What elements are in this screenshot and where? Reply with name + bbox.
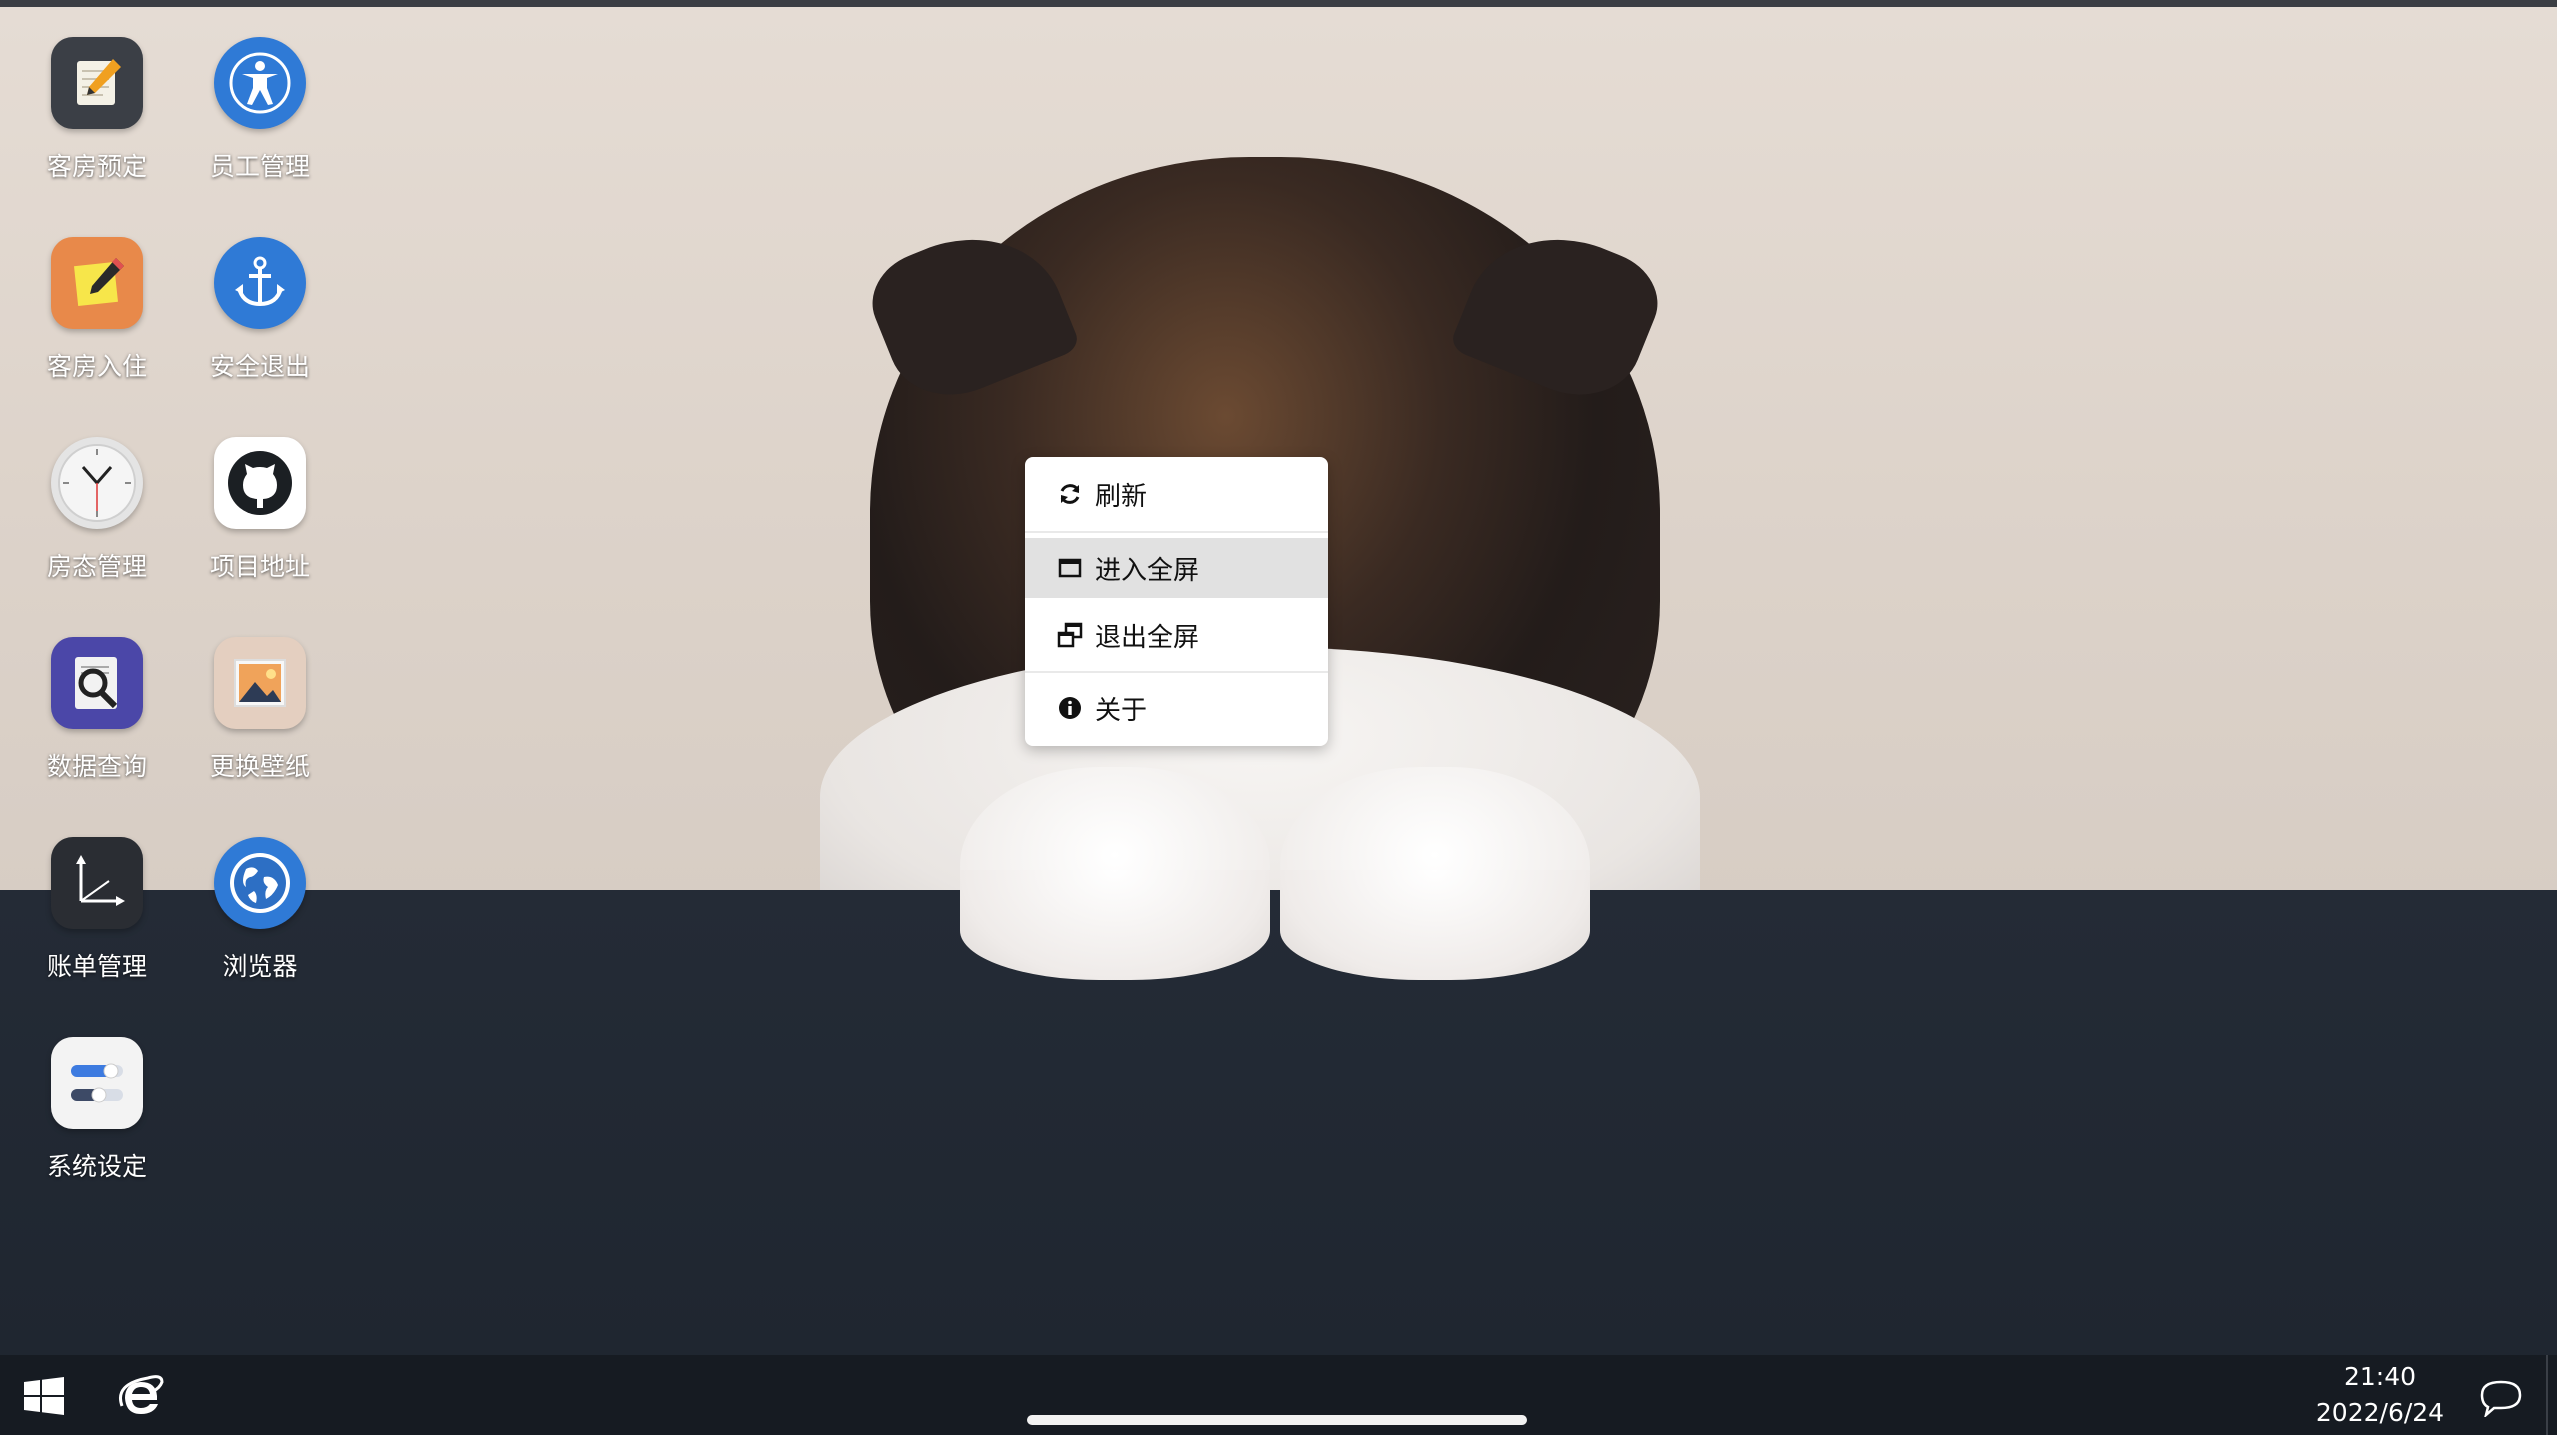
globe-icon: [214, 837, 306, 929]
wallpaper-paw-overhang-right: [1280, 870, 1590, 980]
wallpaper-paw-overhang-left: [960, 870, 1270, 980]
note-pencil-icon: [51, 237, 143, 329]
desktop-icon-bill-management[interactable]: 账单管理: [17, 837, 177, 997]
desktop-icon-room-checkin[interactable]: 客房入住: [17, 237, 177, 397]
home-indicator-bar[interactable]: [1027, 1415, 1527, 1425]
desktop-icon-label: 员工管理: [209, 152, 310, 181]
menu-item-label: 退出全屏: [1095, 622, 1200, 653]
desktop-screen: 客房预定 员工管理 客房入住 安全退出 房态管理 项目地址 数据查询 更换壁纸 …: [0, 0, 2557, 1435]
menu-item-label: 进入全屏: [1095, 555, 1200, 586]
desktop-icon-label: 浏览器: [222, 952, 298, 981]
accessibility-person-icon: [214, 37, 306, 129]
desktop-icon-room-booking[interactable]: 客房预定: [17, 37, 177, 197]
picture-icon: [214, 637, 306, 729]
desktop-icon-label: 更换壁纸: [209, 752, 310, 781]
menu-item-label: 关于: [1095, 695, 1148, 726]
wallpaper: [0, 7, 2557, 900]
desktop-icon-label: 客房入住: [46, 352, 147, 381]
desktop-icon-safe-exit[interactable]: 安全退出: [180, 237, 340, 397]
notepad-pencil-icon: [51, 37, 143, 129]
clock-icon: [51, 437, 143, 529]
desktop-icon-system-settings[interactable]: 系统设定: [17, 1037, 177, 1197]
window-restore-icon: [1057, 622, 1083, 648]
desktop-icon-label: 安全退出: [209, 352, 310, 381]
chat-bubble-icon[interactable]: [2478, 1377, 2524, 1419]
menu-divider: [1025, 671, 1328, 673]
clock-time: 21:40: [2343, 1362, 2417, 1391]
window-maximize-icon: [1057, 555, 1083, 581]
desktop-icon-staff-management[interactable]: 员工管理: [180, 37, 340, 197]
refresh-icon: [1057, 481, 1083, 507]
desktop-icon-data-query[interactable]: 数据查询: [17, 637, 177, 797]
search-document-icon: [51, 637, 143, 729]
internet-explorer-icon[interactable]: [118, 1372, 164, 1418]
desktop-icon-label: 账单管理: [46, 952, 147, 981]
taskbar-divider: [2546, 1355, 2548, 1435]
github-icon: [214, 437, 306, 529]
menu-item-about[interactable]: 关于: [1025, 678, 1328, 738]
desktop-icon-label: 系统设定: [46, 1152, 147, 1181]
toggle-settings-icon: [51, 1037, 143, 1129]
axes-arrow-icon: [51, 837, 143, 929]
menu-item-enter-fullscreen[interactable]: 进入全屏: [1025, 538, 1328, 598]
windows-logo-icon[interactable]: [24, 1376, 64, 1416]
menu-item-refresh[interactable]: 刷新: [1025, 464, 1328, 524]
top-border: [0, 0, 2557, 7]
anchor-icon: [214, 237, 306, 329]
menu-divider: [1025, 531, 1328, 533]
desktop-icon-label: 房态管理: [46, 552, 147, 581]
desktop-icon-label: 项目地址: [209, 552, 310, 581]
menu-item-label: 刷新: [1095, 481, 1148, 512]
taskbar-clock[interactable]: 21:40 2022/6/24: [2300, 1359, 2460, 1431]
menu-item-exit-fullscreen[interactable]: 退出全屏: [1025, 605, 1328, 665]
wallpaper-table: [0, 890, 2557, 1355]
desktop-icon-project-address[interactable]: 项目地址: [180, 437, 340, 597]
desktop-icon-room-status[interactable]: 房态管理: [17, 437, 177, 597]
desktop-icon-change-wallpaper[interactable]: 更换壁纸: [180, 637, 340, 797]
desktop-icon-label: 数据查询: [46, 752, 147, 781]
clock-date: 2022/6/24: [2315, 1398, 2445, 1427]
desktop-icon-browser[interactable]: 浏览器: [180, 837, 340, 997]
desktop-icon-label: 客房预定: [46, 152, 147, 181]
info-circle-icon: [1057, 695, 1083, 721]
context-menu: 刷新 进入全屏 退出全屏 关于: [1025, 457, 1328, 746]
